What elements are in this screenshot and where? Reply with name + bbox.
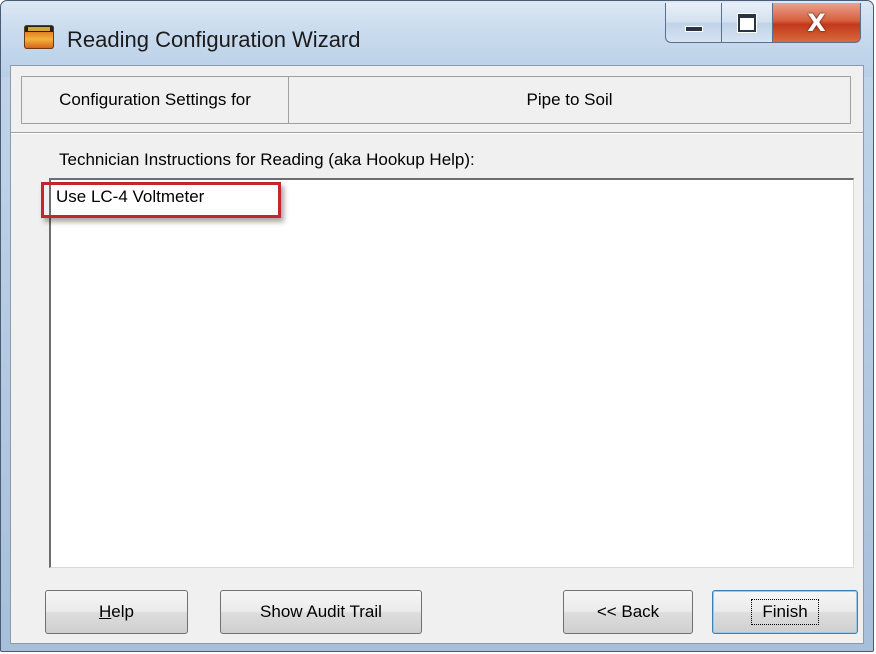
dialog-client-area: Configuration Settings for Pipe to Soil … (10, 65, 864, 644)
back-button-label: << Back (596, 602, 660, 621)
close-icon: X (807, 8, 826, 37)
maximize-button[interactable] (721, 3, 773, 43)
help-mnemonic: H (99, 602, 112, 621)
help-label-rest: elp (111, 602, 134, 621)
window-title: Reading Configuration Wizard (67, 27, 361, 52)
wizard-window: Reading Configuration Wizard X Configura… (0, 0, 874, 652)
caption-buttons: X (665, 3, 861, 43)
app-logo-icon[interactable] (24, 25, 54, 49)
instructions-label: Technician Instructions for Reading (aka… (59, 150, 475, 169)
close-button[interactable]: X (773, 3, 861, 43)
help-button-label: Help (99, 602, 134, 622)
config-settings-label: Configuration Settings for (22, 77, 289, 123)
minimize-button[interactable] (665, 3, 721, 43)
header-separator (11, 132, 863, 134)
minimize-icon (684, 25, 703, 32)
show-audit-trail-button[interactable]: Show Audit Trail (220, 590, 422, 634)
show-audit-trail-label: Show Audit Trail (260, 602, 382, 621)
finish-button-label: Finish (751, 599, 819, 625)
maximize-icon (738, 13, 756, 32)
instructions-textarea[interactable]: Use LC-4 Voltmeter (49, 178, 854, 568)
back-button[interactable]: << Back (563, 590, 693, 634)
config-header: Configuration Settings for Pipe to Soil (21, 76, 851, 124)
finish-button[interactable]: Finish (712, 590, 858, 634)
config-settings-value: Pipe to Soil (526, 90, 613, 109)
help-button[interactable]: Help (45, 590, 188, 634)
instructions-text: Use LC-4 Voltmeter (56, 187, 205, 206)
